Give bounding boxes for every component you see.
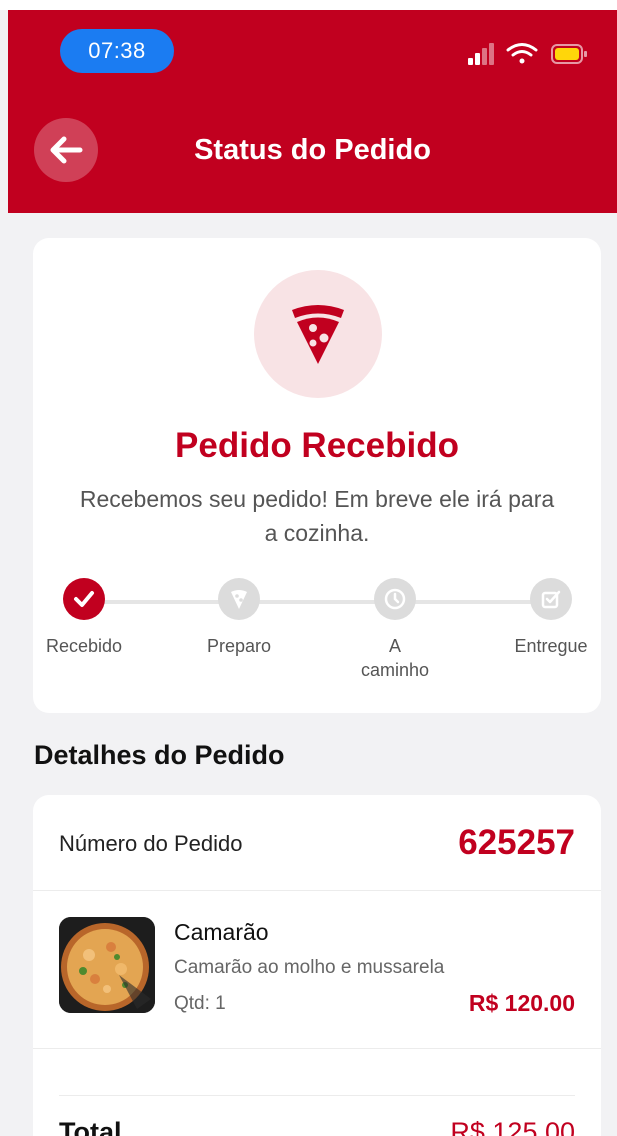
pizza-icon: [231, 590, 247, 609]
pizza-photo: [59, 917, 155, 1013]
step-a-caminho: A caminho: [335, 578, 455, 682]
order-number-label: Número do Pedido: [59, 831, 243, 856]
step-label: Preparo: [206, 636, 272, 656]
step-dot: [530, 578, 572, 620]
step-dot: [63, 578, 105, 620]
header-bar: 07:38 Status do Pedido: [8, 10, 617, 213]
total-value: R$ 125.00: [450, 1117, 575, 1136]
total-label: Total: [59, 1117, 122, 1136]
progress-steps: Recebido Preparo A caminho Entregue: [33, 578, 601, 688]
section-title: Detalhes do Pedido: [34, 740, 285, 770]
step-label: Entregue: [514, 636, 588, 656]
status-icons: [468, 43, 587, 65]
step-entregue: Entregue: [491, 578, 611, 658]
signal-icon: [468, 43, 494, 65]
item-description: Camarão ao molho e mussarela: [174, 957, 445, 978]
status-icon-badge: [254, 270, 382, 398]
status-description: Recebemos seu pedido! Em breve ele irá p…: [79, 486, 555, 546]
battery-icon: [551, 44, 587, 64]
step-dot: [374, 578, 416, 620]
top-edge: [0, 0, 617, 10]
order-status-card: Pedido Recebido Recebemos seu pedido! Em…: [33, 238, 601, 713]
progress-track: [85, 600, 551, 604]
order-number-row: Número do Pedido 625257: [33, 795, 601, 891]
page-title: Status do Pedido: [194, 134, 431, 166]
order-details-card: Número do Pedido 625257 Camarão Camarão …: [33, 795, 601, 1136]
item-image: [59, 917, 155, 1013]
step-label: Recebido: [45, 636, 123, 656]
step-dot: [218, 578, 260, 620]
clock-icon: [384, 588, 406, 610]
step-preparo: Preparo: [179, 578, 299, 658]
step-label: A caminho: [360, 636, 430, 680]
item-quantity: Qtd: 1: [174, 993, 226, 1014]
status-title: Pedido Recebido: [175, 426, 459, 465]
item-price: R$ 120.00: [468, 990, 575, 1016]
step-recebido: Recebido: [24, 578, 144, 658]
status-time: 07:38: [60, 29, 174, 73]
pizza-icon: [292, 305, 344, 364]
wifi-icon: [506, 43, 538, 64]
check-icon: [74, 591, 94, 607]
divider: [59, 1095, 575, 1096]
item-name: Camarão: [174, 919, 269, 945]
order-number: 625257: [458, 823, 575, 862]
order-item[interactable]: Camarão Camarão ao molho e mussarela Qtd…: [33, 891, 601, 1049]
checkbox-icon: [541, 590, 561, 609]
app-screen: 07:38 Status do Pedido Pedido Recebido R…: [0, 0, 617, 1136]
